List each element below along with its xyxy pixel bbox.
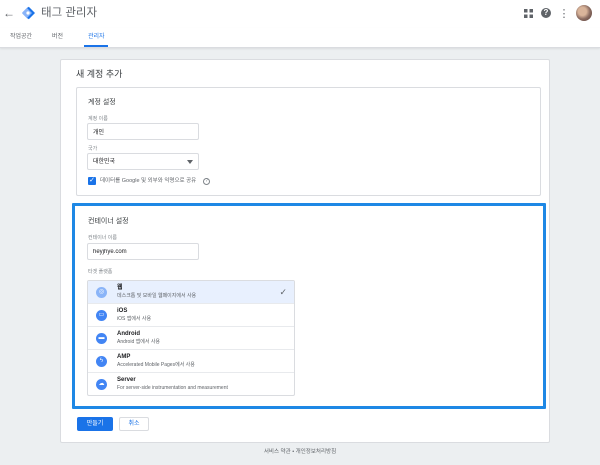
help-glyph: ? [541, 8, 551, 18]
container-settings-title: 컨테이너 설정 [88, 218, 129, 225]
check-icon: ✓ [279, 287, 287, 297]
share-data-label: 데이터를 Google 및 외부와 익명으로 공유 [100, 178, 197, 184]
help-circle-icon[interactable]: ? [540, 5, 552, 21]
platform-option-android[interactable]: ▬ Android Android 앱에서 사용 [88, 327, 294, 350]
cancel-button[interactable]: 취소 [119, 417, 149, 431]
platform-list: ◎ 웹 데스크톱 및 모바일 웹페이지에서 사용 ✓ ▭ iOS iOS 앱에서… [87, 280, 295, 396]
top-app-bar: ← 태그 관리자 ? ⋮ [0, 0, 600, 28]
workspace-tab-bar: 작업공간 버전 관리자 [0, 28, 600, 48]
platform-option-server[interactable]: ☁ Server For server-side instrumentation… [88, 373, 294, 395]
create-button[interactable]: 만들기 [77, 417, 113, 431]
platform-name: iOS [117, 308, 128, 314]
country-value: 대한민국 [93, 159, 116, 165]
platform-name: AMP [117, 354, 131, 360]
platform-name: Server [117, 377, 136, 383]
help-icon[interactable]: ? [203, 178, 210, 185]
tab-admin[interactable]: 관리자 [88, 33, 105, 41]
country-select[interactable]: 대한민국 [87, 153, 199, 170]
active-tab-indicator [84, 45, 108, 47]
globe-icon: ◎ [96, 287, 107, 298]
privacy-link[interactable]: 개인정보처리방침 [296, 449, 336, 455]
page-title: 새 계정 추가 [76, 69, 123, 79]
platform-option-web[interactable]: ◎ 웹 데스크톱 및 모바일 웹페이지에서 사용 ✓ [88, 281, 294, 304]
platform-desc: iOS 앱에서 사용 [117, 316, 152, 322]
platform-option-ios[interactable]: ▭ iOS iOS 앱에서 사용 [88, 304, 294, 327]
android-icon: ▬ [96, 333, 107, 344]
avatar[interactable] [576, 5, 592, 21]
ios-icon: ▭ [96, 310, 107, 321]
terms-link[interactable]: 서비스 약관 [264, 449, 291, 455]
platform-desc: For server-side instrumentation and meas… [117, 385, 228, 391]
footer: 서비스 약관 • 개인정보처리방침 [0, 449, 600, 456]
tab-workspace[interactable]: 작업공간 [10, 33, 32, 41]
container-name-label: 컨테이너 이름 [88, 235, 117, 241]
platform-desc: 데스크톱 및 모바일 웹페이지에서 사용 [117, 293, 197, 299]
country-label: 국가 [88, 146, 98, 152]
account-settings-title: 계정 설정 [88, 99, 116, 106]
platform-name: 웹 [117, 285, 123, 291]
platform-desc: Android 앱에서 사용 [117, 339, 161, 345]
tag-manager-logo-icon [22, 6, 35, 20]
account-name-label: 계정 이름 [88, 116, 108, 122]
platform-name: Android [117, 331, 140, 337]
share-data-checkbox[interactable]: ✓ [88, 177, 96, 185]
target-platform-label: 타겟 플랫폼 [88, 269, 113, 275]
more-vert-icon[interactable]: ⋮ [558, 5, 570, 21]
container-name-input[interactable] [87, 243, 199, 260]
back-arrow-icon[interactable]: ← [3, 6, 15, 20]
app-title: 태그 관리자 [41, 7, 98, 19]
account-name-input[interactable] [87, 123, 199, 140]
chevron-down-icon [187, 160, 193, 164]
cloud-icon: ☁ [96, 379, 107, 390]
tab-versions[interactable]: 버전 [52, 33, 63, 41]
amp-icon: ϟ [96, 356, 107, 367]
platform-desc: Accelerated Mobile Pages에서 사용 [117, 362, 195, 368]
platform-option-amp[interactable]: ϟ AMP Accelerated Mobile Pages에서 사용 [88, 350, 294, 373]
apps-grid-icon[interactable] [522, 5, 534, 21]
